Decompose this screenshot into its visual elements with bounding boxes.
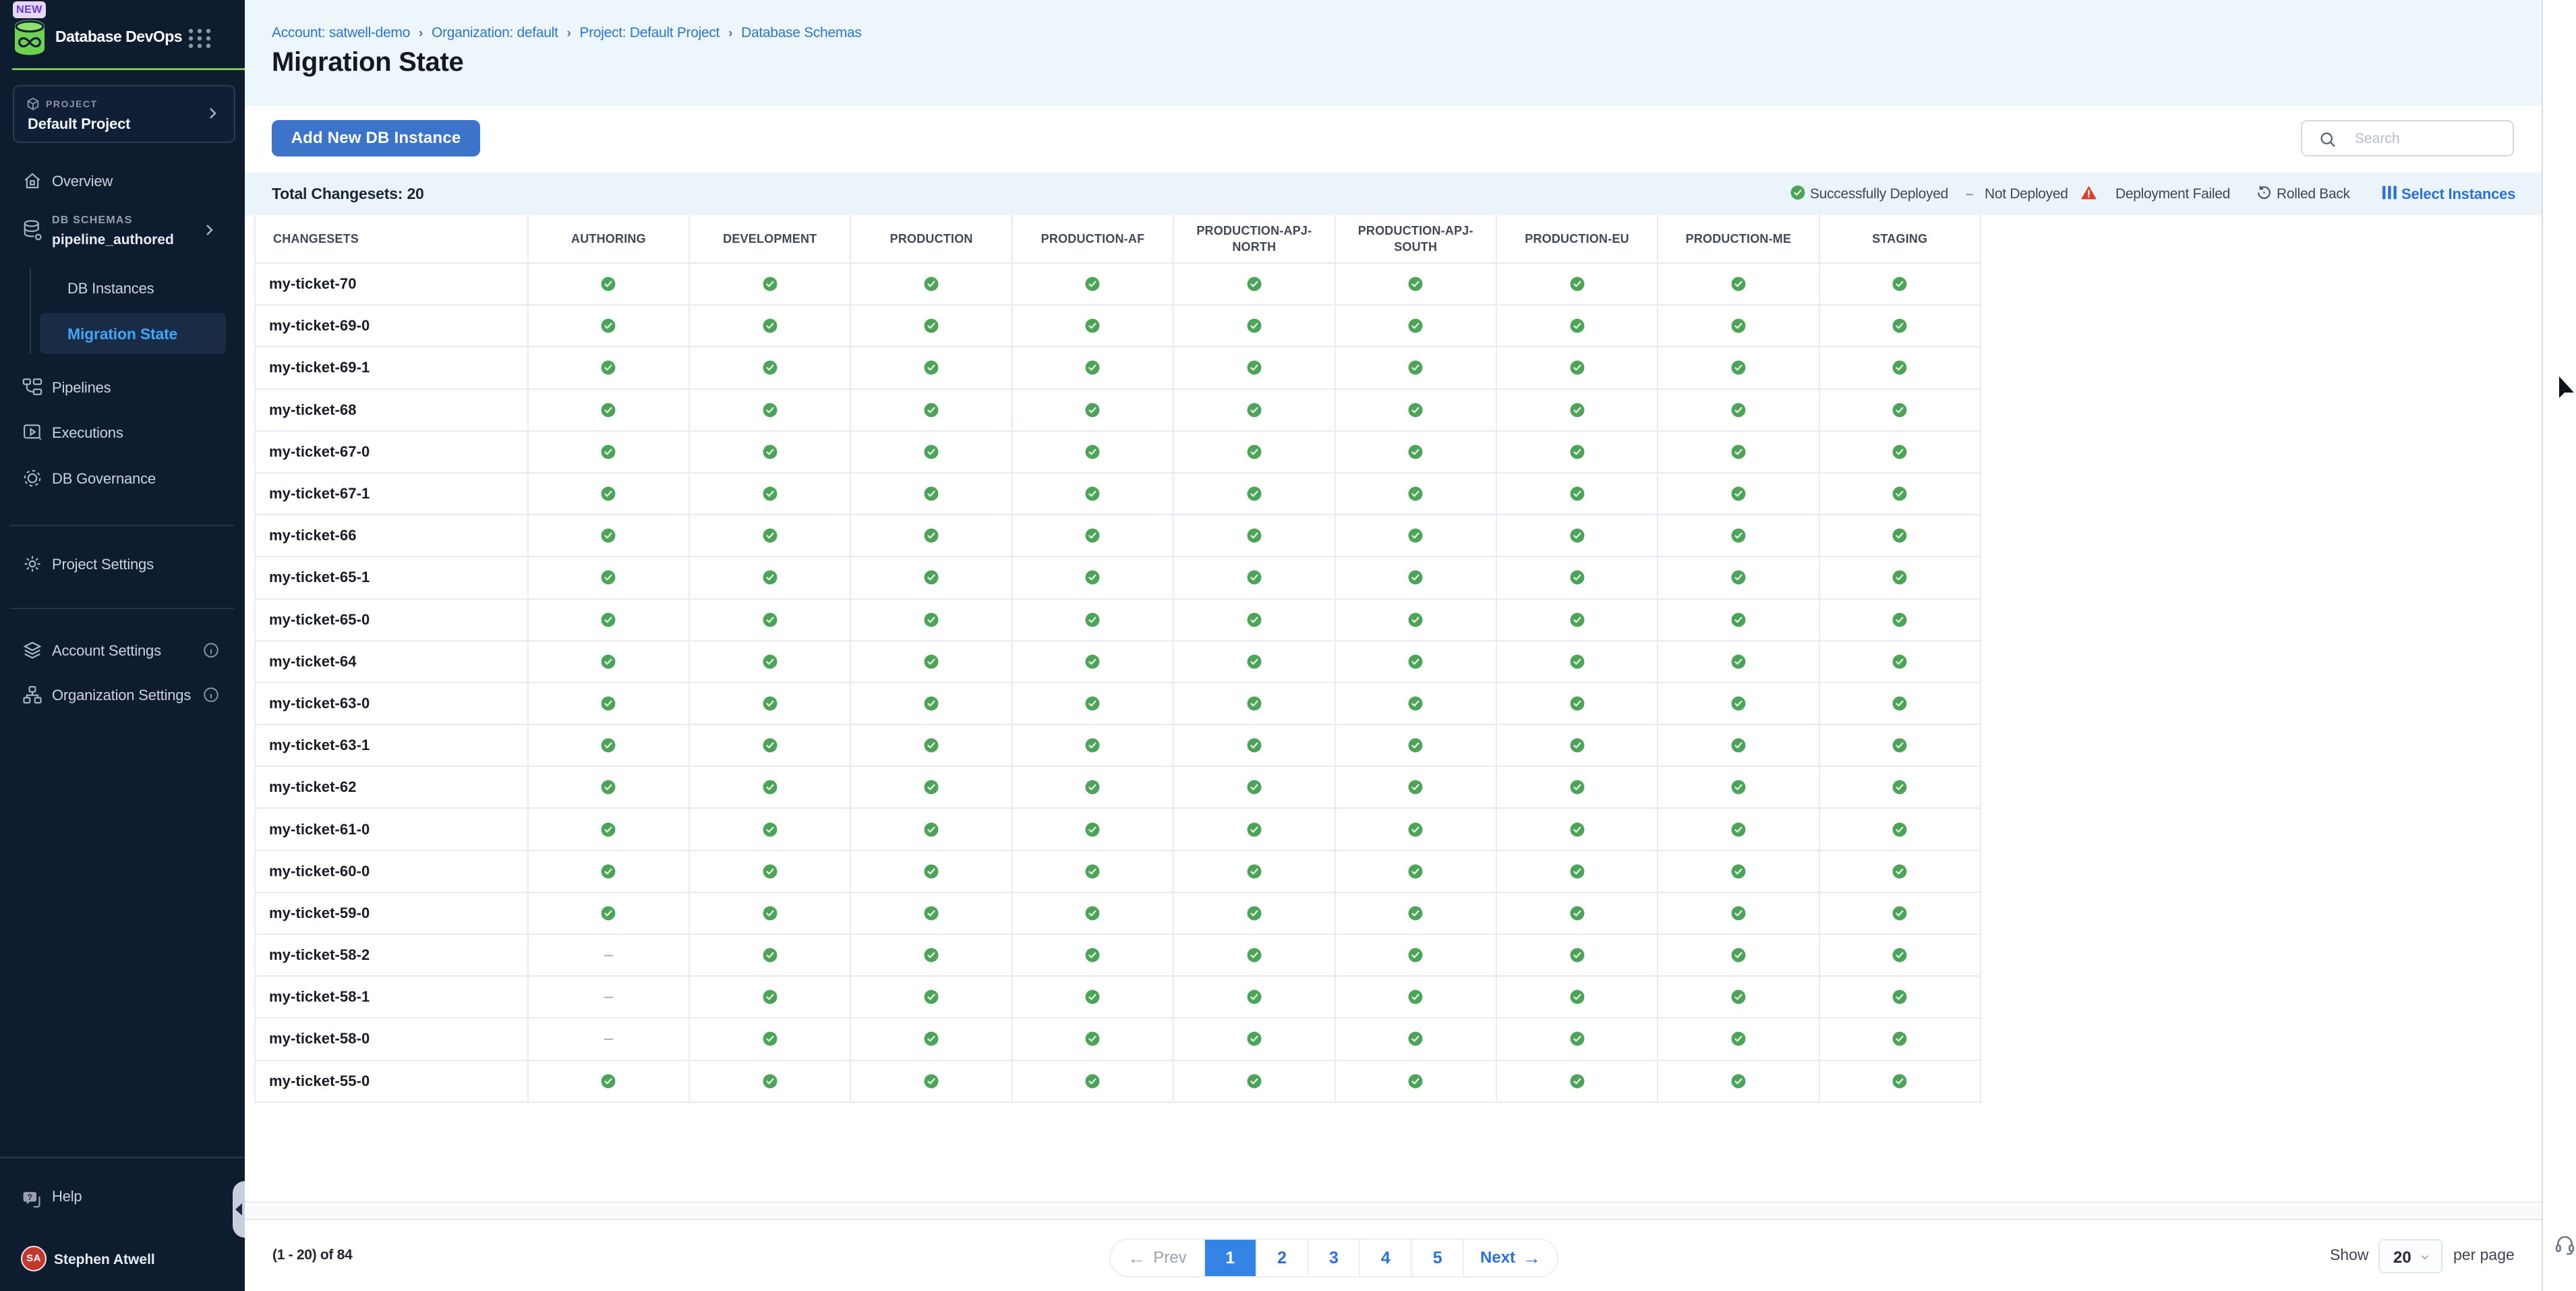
svg-text:?: ? [28,1193,33,1202]
